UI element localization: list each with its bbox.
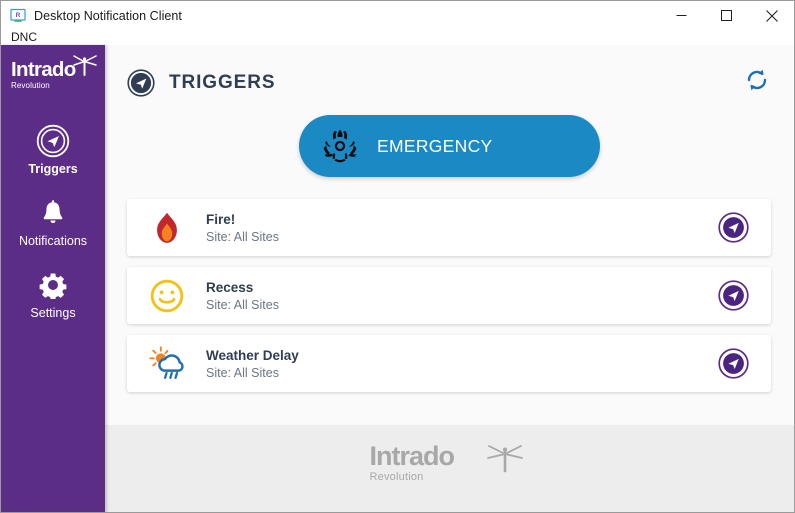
- title-bar: R Desktop Notification Client: [1, 1, 794, 30]
- trigger-card[interactable]: Fire! Site: All Sites: [127, 199, 771, 256]
- trigger-subtitle: Site: All Sites: [206, 365, 279, 380]
- trigger-text: Weather Delay Site: All Sites: [206, 347, 718, 381]
- emergency-button[interactable]: EMERGENCY: [299, 115, 600, 177]
- trigger-card[interactable]: Recess Site: All Sites: [127, 267, 771, 324]
- biohazard-icon: [321, 127, 359, 165]
- maximize-icon[interactable]: [704, 1, 749, 30]
- sidebar-item-label: Notifications: [18, 234, 88, 248]
- menu-item-dnc[interactable]: DNC: [8, 30, 40, 45]
- app-body: Intrado Revolution Triggers Notification…: [1, 45, 794, 512]
- emergency-label: EMERGENCY: [377, 135, 493, 156]
- menu-bar: DNC: [1, 30, 794, 45]
- send-circle-icon: [127, 69, 155, 97]
- sidebar-item-label: Settings: [30, 306, 76, 320]
- page-header: TRIGGERS: [105, 45, 794, 97]
- content-area: TRIGGERS EMERGENCY Fire! Site: All Sites…: [105, 45, 794, 512]
- trigger-title: Fire!: [206, 211, 236, 227]
- footer-brand: Intrado Revolution: [370, 442, 530, 496]
- send-circle-icon[interactable]: [718, 212, 749, 243]
- window-title: Desktop Notification Client: [34, 8, 182, 23]
- minimize-icon[interactable]: [659, 1, 704, 30]
- smiley-icon: [147, 276, 187, 316]
- sun-rain-cloud-icon: [147, 344, 187, 384]
- trigger-text: Fire! Site: All Sites: [206, 211, 718, 245]
- bell-icon: [1, 196, 105, 229]
- sidebar-item-settings[interactable]: Settings: [1, 257, 105, 329]
- content-scroll: TRIGGERS EMERGENCY Fire! Site: All Sites…: [105, 45, 794, 425]
- dragonfly-icon: [484, 442, 526, 476]
- trigger-text: Recess Site: All Sites: [206, 279, 718, 313]
- emergency-section: EMERGENCY: [105, 115, 794, 177]
- trigger-title: Recess: [206, 279, 254, 295]
- trigger-list: Fire! Site: All Sites Recess Site: All S…: [127, 199, 771, 392]
- trigger-subtitle: Site: All Sites: [206, 297, 279, 312]
- trigger-subtitle: Site: All Sites: [206, 229, 279, 244]
- sidebar: Intrado Revolution Triggers Notification…: [1, 45, 105, 512]
- footer: Intrado Revolution: [105, 425, 794, 512]
- dragonfly-icon: [70, 53, 100, 79]
- trigger-card[interactable]: Weather Delay Site: All Sites: [127, 335, 771, 392]
- send-circle-icon: [1, 124, 105, 157]
- sidebar-item-triggers[interactable]: Triggers: [1, 113, 105, 185]
- svg-text:R: R: [16, 12, 21, 19]
- sidebar-nav: Triggers Notifications Settings: [1, 113, 105, 329]
- refresh-icon[interactable]: [744, 67, 770, 93]
- sidebar-item-notifications[interactable]: Notifications: [1, 185, 105, 257]
- brand-tagline: Revolution: [11, 81, 50, 90]
- page-title: TRIGGERS: [169, 72, 276, 93]
- gear-icon: [1, 268, 105, 301]
- close-icon[interactable]: [749, 1, 794, 30]
- sidebar-brand: Intrado Revolution: [1, 45, 105, 97]
- trigger-title: Weather Delay: [206, 347, 299, 363]
- application-window: R Desktop Notification Client DNC Intrad…: [0, 0, 795, 513]
- send-circle-icon[interactable]: [718, 348, 749, 379]
- send-circle-icon[interactable]: [718, 280, 749, 311]
- sidebar-item-label: Triggers: [28, 162, 78, 176]
- monitor-r-icon: R: [10, 8, 26, 24]
- flame-icon: [147, 208, 187, 248]
- window-controls: [659, 1, 794, 30]
